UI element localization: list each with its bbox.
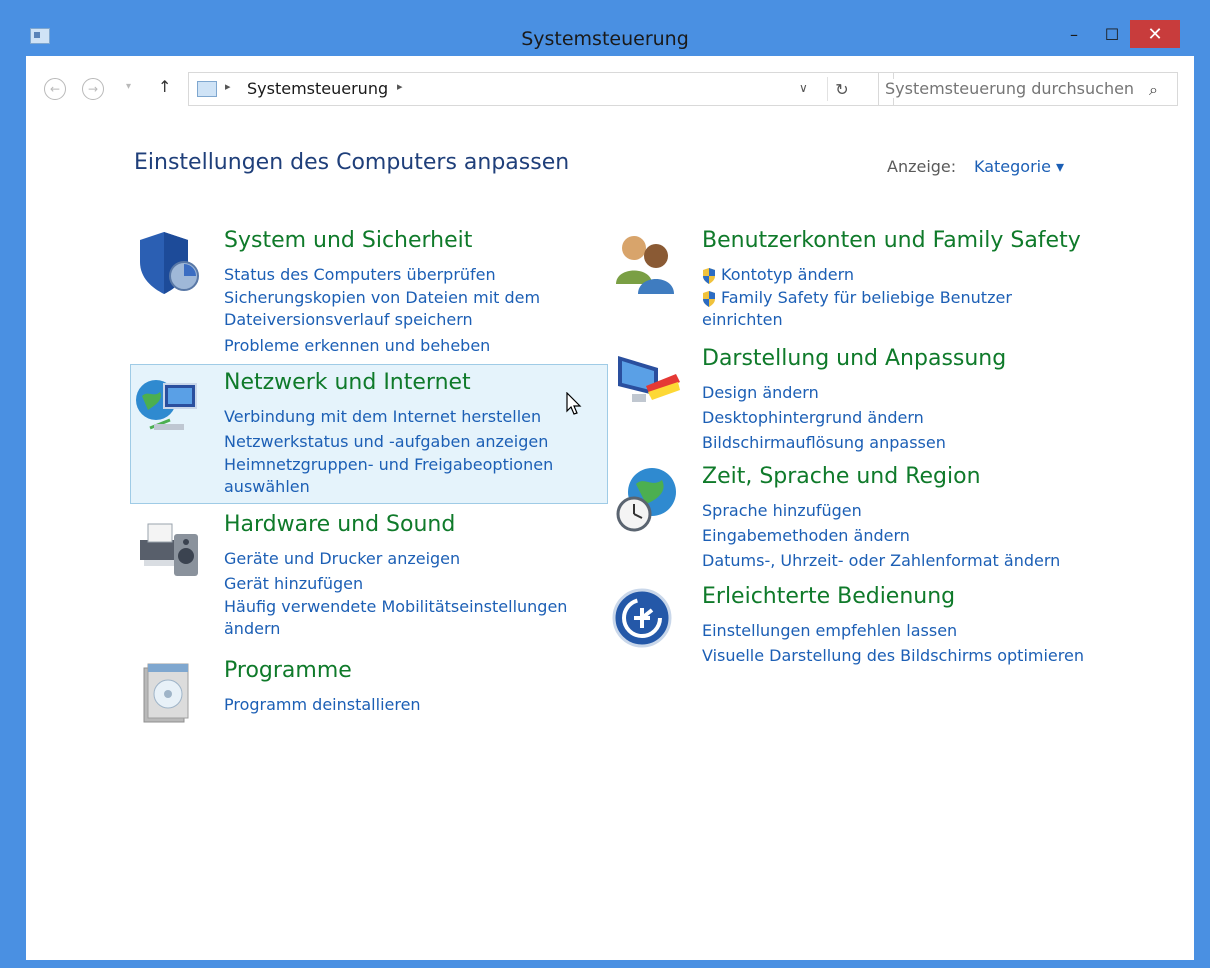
- printer-speaker-icon[interactable]: [134, 512, 204, 582]
- link-mobility-settings[interactable]: Häufig verwendete Mobilitätseinstellunge…: [224, 596, 584, 640]
- category-title[interactable]: System und Sicherheit: [224, 228, 472, 253]
- maximize-button[interactable]: ☐: [1098, 20, 1126, 48]
- link-change-theme[interactable]: Design ändern: [702, 380, 946, 405]
- category-title[interactable]: Erleichterte Bedienung: [702, 584, 955, 609]
- control-panel-icon: [197, 81, 217, 97]
- forward-button[interactable]: →: [82, 78, 104, 100]
- display-paint-icon[interactable]: [612, 346, 682, 416]
- link-status-check[interactable]: Status des Computers überprüfen: [224, 262, 584, 287]
- link-troubleshoot[interactable]: Probleme erkennen und beheben: [224, 333, 584, 358]
- refresh-button[interactable]: ↻: [827, 77, 856, 101]
- address-field[interactable]: ▸ Systemsteuerung ▸ ∨ ↻: [188, 72, 894, 106]
- link-network-status[interactable]: Netzwerkstatus und -aufgaben anzeigen: [224, 429, 584, 454]
- recent-locations-chevron-icon[interactable]: ▾: [126, 81, 131, 92]
- title-bar: Systemsteuerung – ☐ ✕: [0, 0, 1210, 56]
- link-recommend-settings[interactable]: Einstellungen empfehlen lassen: [702, 618, 1084, 643]
- breadcrumb-systemsteuerung[interactable]: Systemsteuerung: [247, 79, 388, 98]
- category-title[interactable]: Benutzerkonten und Family Safety: [702, 228, 1081, 253]
- address-dropdown-icon[interactable]: ∨: [799, 81, 808, 95]
- category-title[interactable]: Hardware und Sound: [224, 512, 455, 537]
- category-title[interactable]: Programme: [224, 658, 352, 683]
- back-button[interactable]: ←: [44, 78, 66, 100]
- address-bar: ← → ▾ ↑ ▸ Systemsteuerung ▸ ∨ ↻ ⌕: [38, 72, 1178, 108]
- view-mode-dropdown[interactable]: Kategorie ▾: [974, 157, 1064, 176]
- mouse-cursor-icon: [566, 392, 582, 415]
- link-devices-printers[interactable]: Geräte und Drucker anzeigen: [224, 546, 584, 571]
- link-file-history[interactable]: Sicherungskopien von Dateien mit dem Dat…: [224, 287, 584, 331]
- close-button[interactable]: ✕: [1130, 20, 1180, 48]
- minimize-button[interactable]: –: [1060, 20, 1088, 48]
- uac-shield-icon: [703, 290, 715, 307]
- link-input-methods[interactable]: Eingabemethoden ändern: [702, 523, 1060, 548]
- category-title[interactable]: Zeit, Sprache und Region: [702, 464, 981, 489]
- network-globe-icon[interactable]: [134, 370, 204, 440]
- link-change-account-type[interactable]: Kontotyp ändern: [702, 262, 1032, 287]
- link-screen-resolution[interactable]: Bildschirmauflösung anpassen: [702, 430, 946, 455]
- link-family-safety[interactable]: Family Safety für beliebige Benutzer ein…: [702, 287, 1032, 331]
- link-desktop-background[interactable]: Desktophintergrund ändern: [702, 405, 946, 430]
- link-label: Kontotyp ändern: [721, 265, 855, 284]
- link-connect-internet[interactable]: Verbindung mit dem Internet herstellen: [224, 404, 584, 429]
- programs-box-icon[interactable]: [134, 658, 204, 728]
- shield-icon[interactable]: [134, 228, 204, 298]
- link-optimize-display[interactable]: Visuelle Darstellung des Bildschirms opt…: [702, 643, 1084, 668]
- link-add-device[interactable]: Gerät hinzufügen: [224, 571, 584, 596]
- accessibility-icon[interactable]: [612, 584, 682, 654]
- breadcrumb-chevron-icon[interactable]: ▸: [225, 80, 231, 93]
- search-input[interactable]: [885, 79, 1135, 98]
- link-date-time-format[interactable]: Datums-, Uhrzeit- oder Zahlenformat ände…: [702, 548, 1060, 573]
- globe-clock-icon[interactable]: [612, 464, 682, 534]
- users-icon[interactable]: [612, 228, 682, 298]
- link-uninstall-program[interactable]: Programm deinstallieren: [224, 692, 421, 717]
- search-icon[interactable]: ⌕: [1149, 80, 1158, 100]
- category-title[interactable]: Darstellung und Anpassung: [702, 346, 1006, 371]
- link-label: Family Safety für beliebige Benutzer ein…: [702, 288, 1012, 329]
- window-frame: Systemsteuerung – ☐ ✕ ← → ▾ ↑ ▸ Systemst…: [0, 0, 1210, 968]
- uac-shield-icon: [703, 267, 715, 284]
- page-title: Einstellungen des Computers anpassen: [134, 150, 570, 175]
- breadcrumb-chevron-icon[interactable]: ▸: [397, 80, 403, 93]
- link-add-language[interactable]: Sprache hinzufügen: [702, 498, 1060, 523]
- up-button[interactable]: ↑: [158, 77, 171, 96]
- link-homegroup-sharing[interactable]: Heimnetzgruppen- und Freigabeoptionen au…: [224, 454, 584, 498]
- search-box[interactable]: ⌕: [878, 72, 1178, 106]
- window-title: Systemsteuerung: [521, 28, 689, 50]
- category-title[interactable]: Netzwerk und Internet: [224, 370, 471, 395]
- view-label: Anzeige:: [887, 157, 957, 176]
